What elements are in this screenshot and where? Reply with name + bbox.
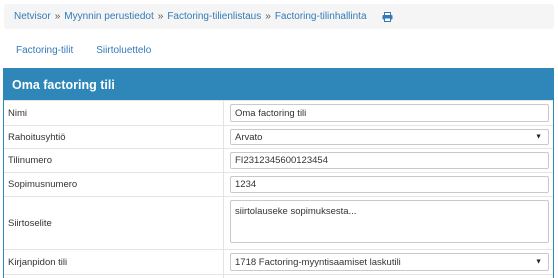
ledger-account-label: Kirjanpidon tili: [4, 250, 224, 274]
name-input[interactable]: Oma factoring tili: [230, 104, 549, 122]
contract-number-input[interactable]: 1234: [230, 176, 549, 193]
form-row-next: [4, 274, 553, 278]
breadcrumb-separator: »: [265, 11, 271, 22]
transfer-text-label: Siirtoselite: [4, 197, 224, 249]
financier-label: Rahoitusyhtiö: [4, 126, 224, 148]
printer-icon[interactable]: [382, 11, 393, 22]
breadcrumb-netvisor[interactable]: Netvisor: [14, 11, 51, 22]
financier-value: Arvato: [235, 131, 263, 143]
breadcrumb-factoring-management[interactable]: Factoring-tilinhallinta: [275, 11, 367, 22]
tab-bar: Factoring-tilit Siirtoluettelo: [4, 40, 151, 60]
tab-factoring-accounts[interactable]: Factoring-tilit: [16, 45, 73, 56]
breadcrumb-sales-basics[interactable]: Myynnin perustiedot: [64, 11, 154, 22]
breadcrumb-factoring-list[interactable]: Factoring-tilienlistaus: [167, 11, 261, 22]
account-number-label: Tilinumero: [4, 149, 224, 172]
breadcrumb-separator: »: [54, 11, 61, 22]
factoring-account-panel: Oma factoring tili Nimi Oma factoring ti…: [3, 68, 554, 278]
ledger-account-value: 1718 Factoring-myyntisaamiset laskutili: [235, 256, 401, 268]
account-number-input[interactable]: FI2312345600123454: [230, 152, 549, 169]
tab-transfer-list[interactable]: Siirtoluettelo: [96, 45, 151, 56]
form-row-transfer-text: Siirtoselite siirtolauseke sopimuksesta.…: [4, 196, 553, 249]
transfer-text-textarea[interactable]: siirtolauseke sopimuksesta...: [230, 200, 549, 243]
breadcrumb: Netvisor » Myynnin perustiedot » Factori…: [4, 4, 554, 29]
contract-number-label: Sopimusnumero: [4, 173, 224, 196]
caret-down-icon: ▼: [535, 133, 542, 141]
form-row-contract-number: Sopimusnumero 1234: [4, 172, 553, 196]
panel-title: Oma factoring tili: [4, 69, 553, 100]
financier-select[interactable]: Arvato ▼: [230, 129, 549, 145]
form-row-ledger-account: Kirjanpidon tili 1718 Factoring-myyntisa…: [4, 249, 553, 274]
name-label: Nimi: [4, 101, 224, 125]
caret-down-icon: ▼: [535, 258, 542, 266]
form-row-financier: Rahoitusyhtiö Arvato ▼: [4, 125, 553, 148]
form-row-account-number: Tilinumero FI2312345600123454: [4, 148, 553, 172]
form-row-name: Nimi Oma factoring tili: [4, 100, 553, 125]
breadcrumb-separator: »: [157, 11, 164, 22]
ledger-account-select[interactable]: 1718 Factoring-myyntisaamiset laskutili …: [230, 253, 549, 271]
